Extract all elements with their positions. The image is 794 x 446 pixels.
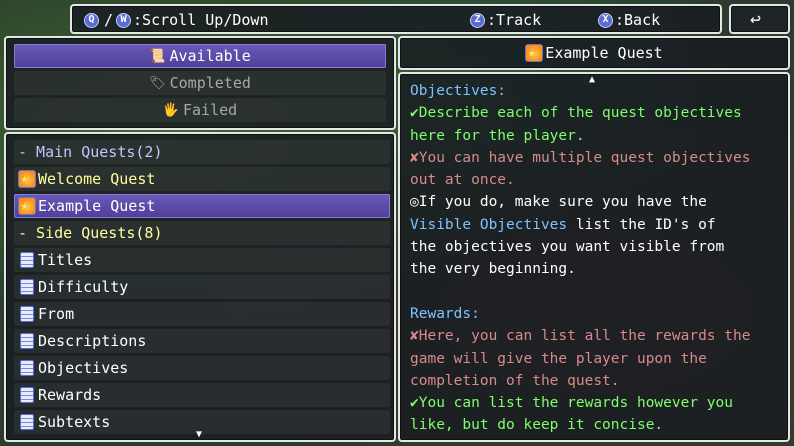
scroll-help: Q / W :Scroll Up/Down — [84, 11, 269, 29]
reward-line: ✘Here, you can list all the rewards the — [410, 328, 751, 345]
quest-item[interactable]: Objectives — [14, 356, 390, 380]
objective-line: the objectives you want visible from — [410, 239, 725, 256]
quest-title: Example Quest — [400, 43, 788, 62]
quest-item[interactable]: Welcome Quest — [14, 167, 390, 191]
scroll-icon: 📜 — [149, 48, 166, 64]
quest-title-window: Example Quest — [398, 36, 790, 70]
objective-line-rest: list the ID's of — [567, 216, 716, 233]
category-window: 📜 Available 🏷 Completed 🖐 Failed — [4, 36, 396, 130]
quest-detail-text: Objectives: ✔Describe each of the quest … — [410, 80, 782, 437]
objective-line: here for the player. — [410, 127, 585, 144]
quest-title-label: Example Quest — [545, 44, 663, 62]
scroll-label: :Scroll Up/Down — [133, 11, 269, 29]
quest-label: Example Quest — [38, 197, 156, 215]
quest-label: Descriptions — [38, 332, 147, 350]
track-help: Z :Track — [470, 11, 541, 29]
back-help: X :Back — [598, 11, 660, 29]
objective-line: ✔Describe each of the quest objectives — [410, 105, 742, 122]
objective-line: ✘You can have multiple quest objectives — [410, 149, 751, 166]
scroll-quest-icon — [20, 360, 34, 376]
side-quests-header[interactable]: - Side Quests(8) — [14, 221, 390, 245]
w-button-icon: W — [116, 12, 132, 28]
objective-line: the very beginning. — [410, 261, 576, 278]
scroll-quest-icon — [20, 414, 34, 430]
quest-item[interactable]: Descriptions — [14, 329, 390, 353]
quest-item-selected[interactable]: Example Quest — [14, 194, 390, 218]
x-button-icon: X — [598, 12, 613, 28]
tag-icon: 🏷 — [149, 75, 166, 91]
header-label: - Main Quests(2) — [18, 143, 163, 161]
reward-line: ✔You can list the rewards however you — [410, 395, 734, 412]
quest-detail-window: ▲ Objectives: ✔Describe each of the ques… — [398, 72, 790, 442]
header-label: - Side Quests(8) — [18, 224, 163, 242]
back-label: :Back — [615, 11, 661, 29]
objective-line: out at once. — [410, 172, 515, 189]
star-quest-icon — [525, 43, 544, 62]
quest-label: Rewards — [38, 386, 102, 404]
scroll-quest-icon — [20, 252, 34, 268]
quest-item[interactable]: Titles — [14, 248, 390, 272]
scroll-quest-icon — [20, 306, 34, 322]
category-available[interactable]: 📜 Available — [14, 44, 386, 68]
objectives-header: Objectives: — [410, 83, 507, 99]
category-label: Available — [169, 47, 251, 65]
category-label: Completed — [169, 74, 251, 92]
category-label: Failed — [183, 101, 238, 119]
quest-label: Titles — [38, 251, 93, 269]
quest-label: Difficulty — [38, 278, 129, 296]
visible-objectives-keyword: Visible Objectives — [410, 216, 568, 233]
z-button-icon: Z — [470, 12, 485, 28]
star-quest-icon — [18, 196, 36, 215]
rewards-header: Rewards: — [410, 305, 480, 322]
help-window: Q / W :Scroll Up/Down Z :Track X :Back — [70, 4, 722, 34]
back-button[interactable]: ↩ — [729, 4, 790, 34]
quest-item[interactable]: Difficulty — [14, 275, 390, 299]
scroll-quest-icon — [20, 333, 34, 349]
star-quest-icon — [18, 169, 36, 188]
scroll-down-arrow-icon[interactable]: ▼ — [196, 429, 202, 440]
category-failed[interactable]: 🖐 Failed — [14, 98, 386, 122]
slash-text: / — [104, 11, 114, 29]
reward-line: game will give the player upon the — [410, 350, 707, 367]
main-quests-header[interactable]: - Main Quests(2) — [14, 140, 390, 164]
q-button-icon: Q — [84, 12, 99, 28]
quest-label: Subtexts — [38, 413, 111, 431]
scroll-quest-icon — [20, 279, 34, 295]
category-completed[interactable]: 🏷 Completed — [14, 71, 386, 95]
return-arrow-icon: ↩ — [750, 9, 761, 30]
quest-label: From — [38, 305, 75, 323]
track-label: :Track — [487, 11, 542, 29]
reward-line: completion of the quest. — [410, 372, 620, 389]
objective-line: ◎If you do, make sure you have the — [410, 194, 707, 211]
reward-line: like, but do keep it concise. — [410, 417, 664, 434]
hand-icon: 🖐 — [162, 102, 179, 118]
quest-item[interactable]: Rewards — [14, 383, 390, 407]
quest-label: Objectives — [38, 359, 129, 377]
quest-list-window: - Main Quests(2) Welcome Quest Example Q… — [4, 132, 396, 442]
scroll-quest-icon — [20, 387, 34, 403]
objective-line: Visible Objectives list the ID's of — [410, 214, 782, 236]
quest-label: Welcome Quest — [38, 170, 156, 188]
quest-item[interactable]: From — [14, 302, 390, 326]
